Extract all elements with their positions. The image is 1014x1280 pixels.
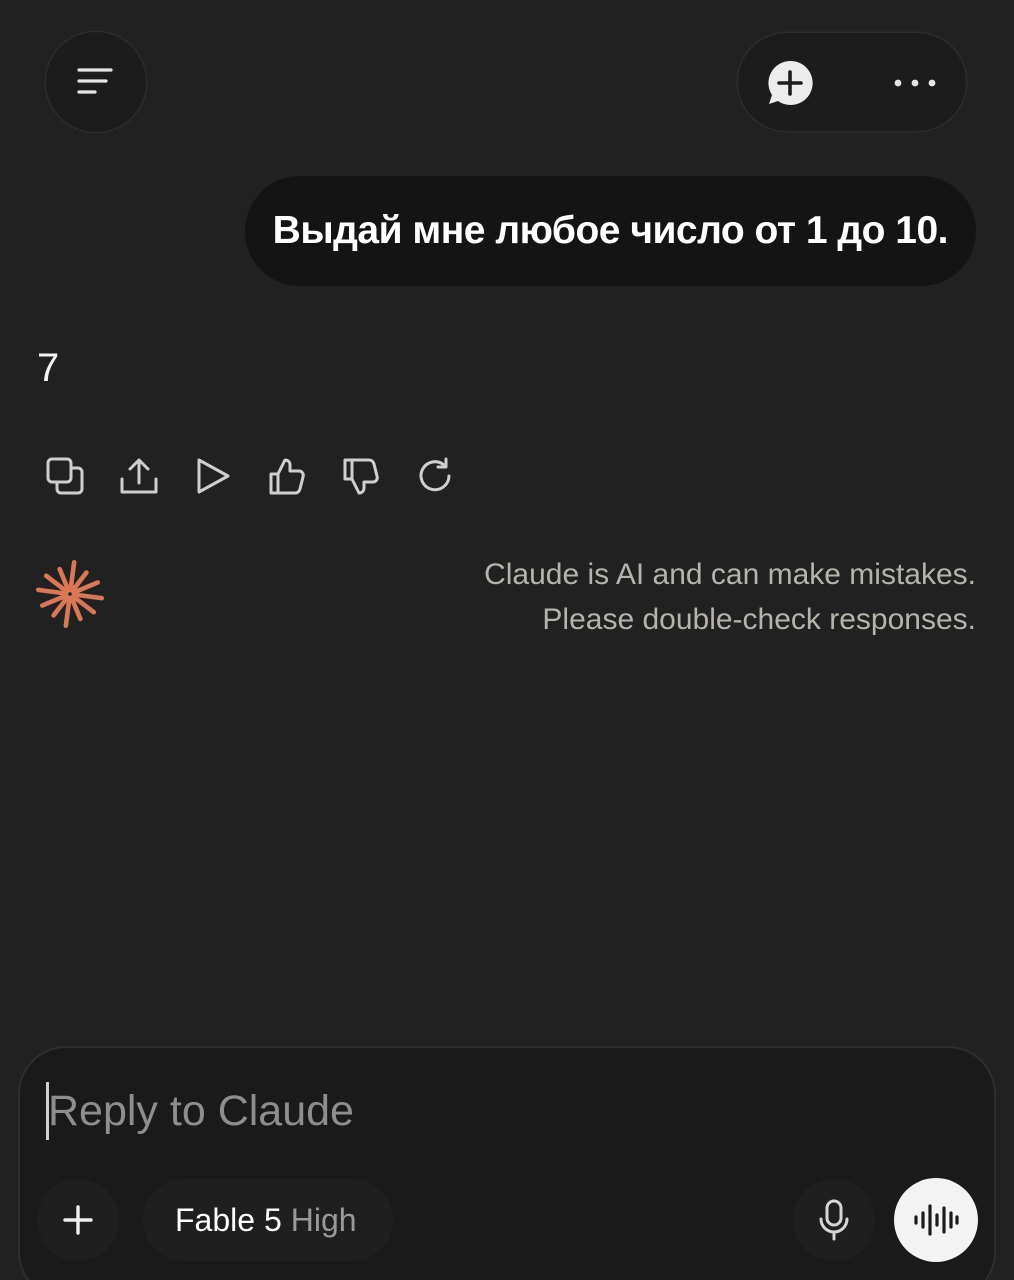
share-icon <box>120 458 158 494</box>
composer: Fable 5 High <box>20 1048 994 1280</box>
retry-icon <box>419 457 451 492</box>
play-icon <box>197 458 230 494</box>
copy-button[interactable] <box>36 448 94 504</box>
model-effort: High <box>290 1201 357 1238</box>
add-attachment-button[interactable] <box>37 1179 119 1261</box>
share-button[interactable] <box>110 448 168 504</box>
thumbs-down-icon <box>343 458 379 495</box>
microphone-button[interactable] <box>793 1179 875 1261</box>
voice-mode-button[interactable] <box>894 1178 978 1262</box>
assistant-reply: 7 <box>37 346 60 390</box>
chat-screen: Выдай мне любое число от 1 до 10. 7 Clau… <box>0 0 1014 1280</box>
header-actions <box>738 33 966 131</box>
thumbs-up-button[interactable] <box>258 448 316 504</box>
copy-icon <box>46 457 84 495</box>
user-message-bubble: Выдай мне любое число от 1 до 10. <box>244 176 976 286</box>
claude-logo-icon <box>36 560 104 628</box>
new-chat-button[interactable] <box>760 53 820 113</box>
user-message-text: Выдай мне любое число от 1 до 10. <box>272 209 949 252</box>
message-actions <box>36 448 480 504</box>
menu-button[interactable] <box>46 32 146 132</box>
new-chat-icon <box>768 60 813 105</box>
more-icon <box>894 79 936 87</box>
retry-button[interactable] <box>406 448 464 504</box>
disclaimer: Claude is AI and can make mistakes. Plea… <box>484 552 976 642</box>
microphone-icon <box>819 1199 849 1241</box>
menu-icon <box>77 68 113 94</box>
disclaimer-line-2: Please double-check responses. <box>542 603 976 636</box>
thumbs-up-icon <box>269 458 305 495</box>
more-options-button[interactable] <box>883 53 947 113</box>
plus-icon <box>63 1205 93 1235</box>
thumbs-down-button[interactable] <box>332 448 390 504</box>
model-name: Fable 5 <box>175 1201 282 1238</box>
model-selector[interactable]: Fable 5 High <box>143 1179 393 1261</box>
read-aloud-button[interactable] <box>184 448 242 504</box>
reply-input[interactable] <box>48 1080 748 1142</box>
voice-mode-icon <box>914 1204 959 1236</box>
disclaimer-line-1: Claude is AI and can make mistakes. <box>484 558 976 591</box>
